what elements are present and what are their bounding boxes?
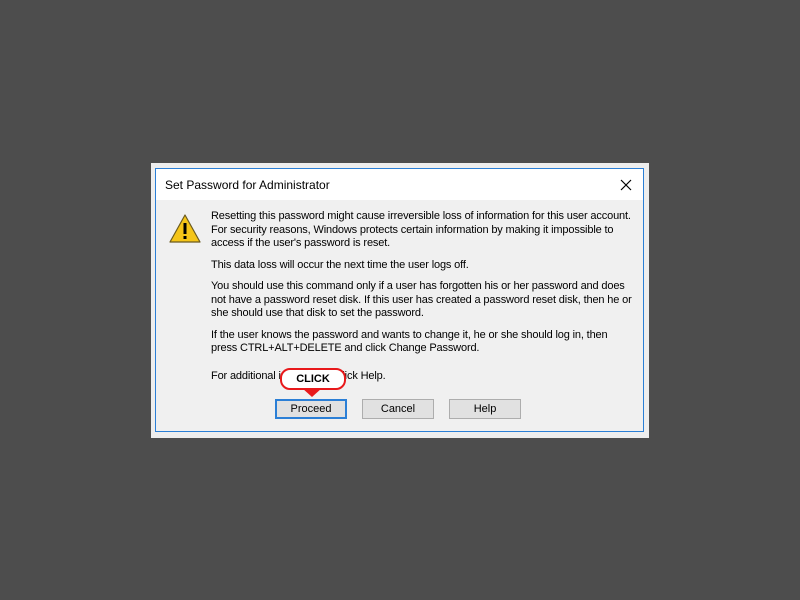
click-annotation-arrow-icon — [302, 388, 322, 397]
message-paragraph-3: You should use this command only if a us… — [211, 280, 632, 319]
dialog-title: Set Password for Administrator — [165, 178, 330, 192]
click-annotation: CLICK — [280, 368, 346, 397]
help-button[interactable]: Help — [449, 399, 521, 419]
message-paragraph-2: This data loss will occur the next time … — [211, 258, 469, 271]
warning-triangle-icon — [169, 214, 201, 243]
message-paragraph-4: If the user knows the password and wants… — [211, 328, 608, 355]
set-password-dialog: Set Password for Administrator Resetting… — [155, 168, 644, 432]
dialog-message: Resetting this password might cause irre… — [211, 210, 636, 391]
message-paragraph-5: For additional information, click Help. — [211, 369, 386, 382]
proceed-button[interactable]: Proceed — [275, 399, 347, 419]
message-paragraph-1: Resetting this password might cause irre… — [211, 210, 631, 249]
click-annotation-label: CLICK — [280, 368, 346, 390]
dialog-titlebar: Set Password for Administrator — [156, 169, 643, 200]
cancel-button[interactable]: Cancel — [362, 399, 434, 419]
close-icon — [620, 179, 632, 190]
close-button[interactable] — [609, 169, 643, 200]
